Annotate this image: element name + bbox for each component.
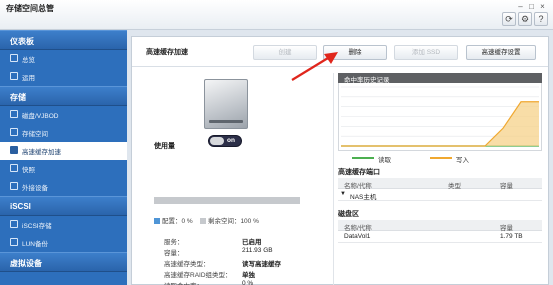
remaining-swatch [199, 218, 206, 225]
collapse-icon[interactable]: ▼ [340, 191, 346, 197]
table-row[interactable]: ▼ NAS主机 [338, 189, 542, 201]
volume-name: DataVol1 [344, 233, 371, 240]
sidebar-item-overview[interactable]: 总览 [0, 50, 127, 68]
maximize-icon[interactable]: □ [527, 3, 536, 11]
hit-rate-history-title: 命中率历史记录 [338, 73, 542, 84]
allocated-legend: 配置：0 % [162, 218, 193, 225]
snapshot-icon [10, 164, 18, 172]
sidebar-section-storage[interactable]: 存储 [0, 86, 127, 106]
usage-bar [154, 197, 300, 204]
main-header: 高速缓存加速 创建 删除 添加 SSD 高速缓存设置 [132, 37, 548, 67]
toggle-label: on [227, 137, 235, 144]
usage-label: 使用量 [154, 143, 175, 150]
sidebar-item-iscsi-storage[interactable]: iSCSI存储 [0, 216, 127, 234]
refresh-icon[interactable]: ⟳ [502, 12, 516, 26]
cache-summary: on 使用量 配置：0 % 剩余空间：100 % 服务： 已启用 容量： 211.9… [146, 73, 306, 285]
sidebar-item-cache-acceleration[interactable]: 高速缓存加速 [0, 142, 127, 160]
read-legend-label: 读取 [378, 157, 391, 164]
allocated-swatch [154, 218, 160, 225]
cache-details: 命中率历史记录 读取 写入 高速缓存端口 名称/代称 类型 容量 ▼ NAS主机… [338, 73, 542, 285]
sidebar-item-snapshot[interactable]: 快照 [0, 160, 127, 178]
create-button[interactable]: 创建 [253, 45, 317, 60]
add-ssd-button[interactable]: 添加 SSD [394, 45, 458, 60]
write-legend-line [430, 157, 452, 159]
sidebar-section-dashboard[interactable]: 仪表板 [0, 30, 127, 50]
table-row[interactable]: DataVol1 1.79 TB [338, 231, 542, 243]
sidebar-section-virtual-device[interactable]: 虚拟设备 [0, 252, 127, 272]
service-status: 已启用 [242, 239, 262, 246]
external-device-icon [10, 182, 18, 190]
cache-ports-title: 高速缓存端口 [338, 169, 380, 176]
read-hit-rate-value: 0 % [242, 280, 254, 285]
sidebar-item-utilization[interactable]: 运用 [0, 68, 127, 86]
page-title: 高速缓存加速 [146, 49, 188, 56]
disk-volume-title: 磁盘区 [338, 211, 359, 218]
gear-icon[interactable]: ⚙ [518, 12, 532, 26]
capacity-value: 211.93 GB [242, 247, 273, 254]
main-panel: 高速缓存加速 创建 删除 添加 SSD 高速缓存设置 on 使用量 配置：0 %… [131, 36, 549, 285]
storage-icon [10, 128, 18, 136]
window-title: 存储空间总管 [6, 4, 54, 13]
title-bar: 存储空间总管 – □ × ⟳ ⚙ ? [0, 0, 553, 30]
toggle-knob [210, 137, 224, 145]
delete-button[interactable]: 删除 [323, 45, 387, 60]
chart-legend: 读取 写入 [338, 151, 542, 165]
cache-icon [10, 146, 18, 154]
sidebar: 仪表板 总览 运用 存储 磁盘/VJBOD 存储空间 高速缓存加速 快照 外接设… [0, 30, 127, 285]
sidebar-section-iscsi[interactable]: iSCSI [0, 196, 127, 216]
ports-table-header: 名称/代称 类型 容量 [338, 178, 542, 190]
raid-type-value: 单独 [242, 272, 255, 279]
sidebar-item-lun-backup[interactable]: LUN备份 [0, 234, 127, 252]
backup-icon [10, 238, 18, 246]
utilization-icon [10, 72, 18, 80]
help-icon[interactable]: ? [534, 12, 548, 26]
column-divider [333, 73, 334, 285]
remaining-legend: 剩余空间：100 % [207, 218, 259, 225]
hit-rate-chart-svg [341, 86, 539, 147]
cache-settings-button[interactable]: 高速缓存设置 [466, 45, 536, 60]
sidebar-item-storage-space[interactable]: 存储空间 [0, 124, 127, 142]
sidebar-item-external-device[interactable]: 外接设备 [0, 178, 127, 196]
sidebar-item-disks[interactable]: 磁盘/VJBOD [0, 106, 127, 124]
volume-capacity: 1.79 TB [500, 233, 523, 240]
cache-type-value: 读写高速缓存 [242, 261, 281, 268]
read-legend-line [352, 157, 374, 159]
disks-table-header: 名称/代称 容量 [338, 220, 542, 232]
ssd-drive-icon [204, 79, 248, 129]
port-name: NAS主机 [350, 194, 377, 201]
write-legend-label: 写入 [456, 157, 469, 164]
close-icon[interactable]: × [538, 3, 547, 11]
hit-rate-chart [338, 83, 542, 151]
cache-toggle[interactable]: on [208, 135, 242, 147]
usage-legend: 配置：0 % 剩余空间：100 % [154, 215, 259, 225]
overview-icon [10, 54, 18, 62]
minimize-icon[interactable]: – [516, 3, 525, 11]
disk-icon [10, 110, 18, 118]
window-controls: – □ × [516, 3, 547, 11]
iscsi-icon [10, 220, 18, 228]
write-series-area [341, 101, 539, 146]
